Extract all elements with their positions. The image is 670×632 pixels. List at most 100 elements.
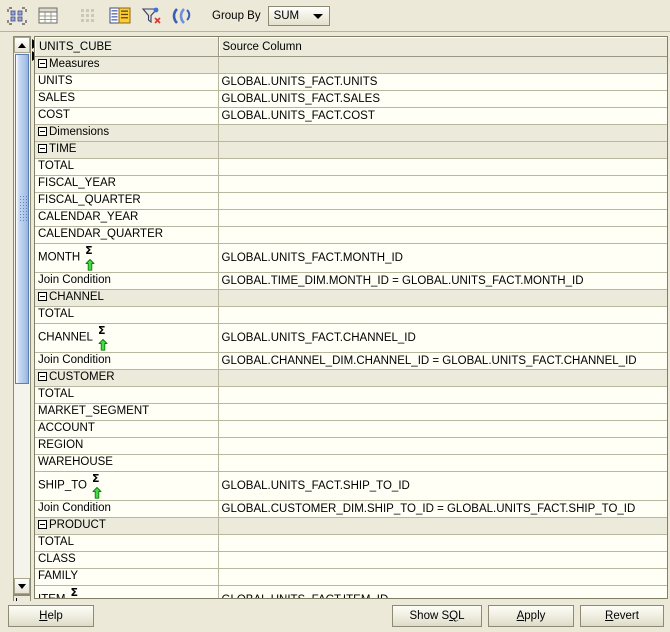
- tree-item-row[interactable]: TOTAL: [35, 307, 667, 324]
- tree-item-row[interactable]: FISCAL_YEAR: [35, 176, 667, 193]
- tree-item-row[interactable]: Join ConditionGLOBAL.TIME_DIM.MONTH_ID =…: [35, 273, 667, 290]
- row-label-cell[interactable]: TOTAL: [35, 307, 218, 324]
- source-column-cell[interactable]: [218, 142, 667, 159]
- source-column-cell[interactable]: GLOBAL.TIME_DIM.MONTH_ID = GLOBAL.UNITS_…: [218, 273, 667, 290]
- source-column-cell[interactable]: [218, 227, 667, 244]
- source-column-cell[interactable]: GLOBAL.CUSTOMER_DIM.SHIP_TO_ID = GLOBAL.…: [218, 501, 667, 518]
- row-label-cell[interactable]: COST: [35, 108, 218, 125]
- tree-group-row[interactable]: PRODUCT: [35, 518, 667, 535]
- revert-button[interactable]: Revert: [580, 605, 664, 627]
- source-column-cell[interactable]: GLOBAL.UNITS_FACT.ITEM_ID: [218, 586, 667, 600]
- row-label-cell[interactable]: PRODUCT: [35, 518, 218, 535]
- row-label-cell[interactable]: FAMILY: [35, 569, 218, 586]
- row-label-cell[interactable]: UNITS: [35, 74, 218, 91]
- source-column-cell[interactable]: [218, 438, 667, 455]
- source-column-cell[interactable]: [218, 210, 667, 227]
- source-column-cell[interactable]: [218, 552, 667, 569]
- tree-item-row[interactable]: Join ConditionGLOBAL.CHANNEL_DIM.CHANNEL…: [35, 353, 667, 370]
- tree-item-row[interactable]: SHIP_TOΣGLOBAL.UNITS_FACT.SHIP_TO_ID: [35, 472, 667, 501]
- tree-item-row[interactable]: UNITSGLOBAL.UNITS_FACT.UNITS: [35, 74, 667, 91]
- vertical-scrollbar[interactable]: [13, 36, 31, 595]
- tree-item-row[interactable]: TOTAL: [35, 535, 667, 552]
- tree-item-row[interactable]: WAREHOUSE: [35, 455, 667, 472]
- tree-item-row[interactable]: CALENDAR_QUARTER: [35, 227, 667, 244]
- tree-item-row[interactable]: TOTAL: [35, 159, 667, 176]
- aggregation-level-icon[interactable]: Σ: [92, 472, 102, 500]
- source-column-cell[interactable]: [218, 421, 667, 438]
- row-label-cell[interactable]: ITEMΣ: [35, 586, 218, 600]
- row-label-cell[interactable]: TOTAL: [35, 159, 218, 176]
- select-objects-icon[interactable]: [3, 2, 31, 30]
- aggregation-level-icon[interactable]: Σ: [70, 586, 80, 600]
- tree-item-row[interactable]: MONTHΣGLOBAL.UNITS_FACT.MONTH_ID: [35, 244, 667, 273]
- row-label-cell[interactable]: WAREHOUSE: [35, 455, 218, 472]
- source-column-cell[interactable]: [218, 518, 667, 535]
- tree-item-row[interactable]: SALESGLOBAL.UNITS_FACT.SALES: [35, 91, 667, 108]
- tree-item-row[interactable]: ACCOUNT: [35, 421, 667, 438]
- tree-item-row[interactable]: MARKET_SEGMENT: [35, 404, 667, 421]
- scroll-down-button[interactable]: [14, 578, 30, 594]
- row-label-cell[interactable]: REGION: [35, 438, 218, 455]
- collapse-expand-icon[interactable]: [38, 520, 47, 529]
- column-header-source[interactable]: Source Column: [218, 37, 667, 57]
- tree-item-row[interactable]: COSTGLOBAL.UNITS_FACT.COST: [35, 108, 667, 125]
- source-column-cell[interactable]: GLOBAL.UNITS_FACT.SALES: [218, 91, 667, 108]
- tree-item-row[interactable]: CALENDAR_YEAR: [35, 210, 667, 227]
- tree-item-row[interactable]: FISCAL_QUARTER: [35, 193, 667, 210]
- tree-item-row[interactable]: CLASS: [35, 552, 667, 569]
- row-label-cell[interactable]: TOTAL: [35, 535, 218, 552]
- row-label-cell[interactable]: Join Condition: [35, 273, 218, 290]
- row-label-cell[interactable]: SHIP_TOΣ: [35, 472, 218, 501]
- tree-group-row[interactable]: CHANNEL: [35, 290, 667, 307]
- tree-item-row[interactable]: ITEMΣGLOBAL.UNITS_FACT.ITEM_ID: [35, 586, 667, 600]
- row-label-cell[interactable]: TOTAL: [35, 387, 218, 404]
- row-label-cell[interactable]: MONTHΣ: [35, 244, 218, 273]
- row-label-cell[interactable]: FISCAL_YEAR: [35, 176, 218, 193]
- source-column-cell[interactable]: [218, 57, 667, 74]
- columns-list-icon[interactable]: [106, 2, 134, 30]
- column-header-cube[interactable]: UNITS_CUBE: [35, 37, 218, 57]
- source-column-cell[interactable]: [218, 125, 667, 142]
- apply-button[interactable]: Apply: [488, 605, 574, 627]
- row-label-cell[interactable]: CALENDAR_QUARTER: [35, 227, 218, 244]
- source-column-cell[interactable]: [218, 535, 667, 552]
- source-column-cell[interactable]: GLOBAL.UNITS_FACT.SHIP_TO_ID: [218, 472, 667, 501]
- row-label-cell[interactable]: Join Condition: [35, 501, 218, 518]
- aggregation-level-icon[interactable]: Σ: [98, 324, 108, 352]
- collapse-expand-icon[interactable]: [38, 372, 47, 381]
- source-column-cell[interactable]: [218, 455, 667, 472]
- row-label-cell[interactable]: CUSTOMER: [35, 370, 218, 387]
- tree-item-row[interactable]: TOTAL: [35, 387, 667, 404]
- source-column-cell[interactable]: [218, 387, 667, 404]
- collapse-expand-icon[interactable]: [38, 127, 47, 136]
- row-label-cell[interactable]: SALES: [35, 91, 218, 108]
- collapse-expand-icon[interactable]: [38, 59, 47, 68]
- row-label-cell[interactable]: ACCOUNT: [35, 421, 218, 438]
- source-column-cell[interactable]: GLOBAL.UNITS_FACT.COST: [218, 108, 667, 125]
- source-column-cell[interactable]: [218, 176, 667, 193]
- source-column-cell[interactable]: [218, 193, 667, 210]
- collapse-expand-icon[interactable]: [38, 292, 47, 301]
- help-button[interactable]: Help: [8, 605, 94, 627]
- row-label-cell[interactable]: TIME: [35, 142, 218, 159]
- source-column-cell[interactable]: [218, 569, 667, 586]
- source-column-cell[interactable]: [218, 290, 667, 307]
- source-column-cell[interactable]: [218, 307, 667, 324]
- source-column-cell[interactable]: GLOBAL.UNITS_FACT.CHANNEL_ID: [218, 324, 667, 353]
- row-label-cell[interactable]: Join Condition: [35, 353, 218, 370]
- row-label-cell[interactable]: MARKET_SEGMENT: [35, 404, 218, 421]
- row-label-cell[interactable]: CHANNELΣ: [35, 324, 218, 353]
- tree-item-row[interactable]: CHANNELΣGLOBAL.UNITS_FACT.CHANNEL_ID: [35, 324, 667, 353]
- row-label-cell[interactable]: CHANNEL: [35, 290, 218, 307]
- scrollbar-thumb[interactable]: [15, 54, 29, 384]
- tree-item-row[interactable]: Join ConditionGLOBAL.CUSTOMER_DIM.SHIP_T…: [35, 501, 667, 518]
- filter-delete-icon[interactable]: [137, 2, 165, 30]
- row-label-cell[interactable]: CLASS: [35, 552, 218, 569]
- join-links-icon[interactable]: [168, 2, 196, 30]
- source-column-cell[interactable]: [218, 370, 667, 387]
- tree-group-row[interactable]: Dimensions: [35, 125, 667, 142]
- source-column-cell[interactable]: GLOBAL.CHANNEL_DIM.CHANNEL_ID = GLOBAL.U…: [218, 353, 667, 370]
- group-by-select[interactable]: SUM: [268, 6, 330, 26]
- source-column-cell[interactable]: [218, 159, 667, 176]
- source-column-cell[interactable]: [218, 404, 667, 421]
